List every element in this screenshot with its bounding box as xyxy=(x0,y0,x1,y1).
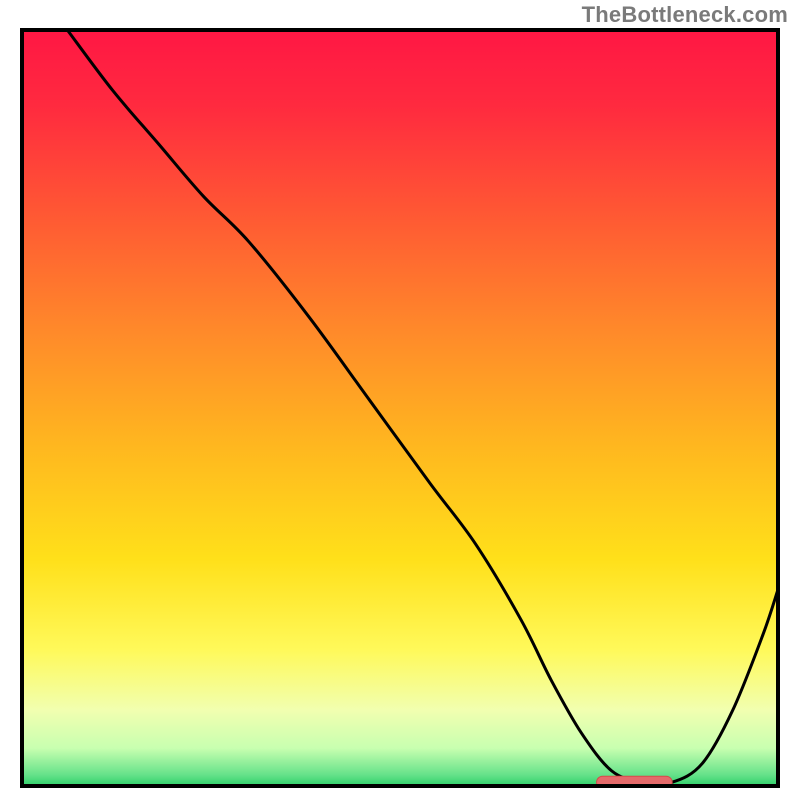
chart-stage xyxy=(20,28,780,788)
chart-root: TheBottleneck.com xyxy=(0,0,800,800)
chart-svg xyxy=(20,28,780,788)
gradient-background xyxy=(22,30,778,786)
watermark-text: TheBottleneck.com xyxy=(582,2,788,28)
